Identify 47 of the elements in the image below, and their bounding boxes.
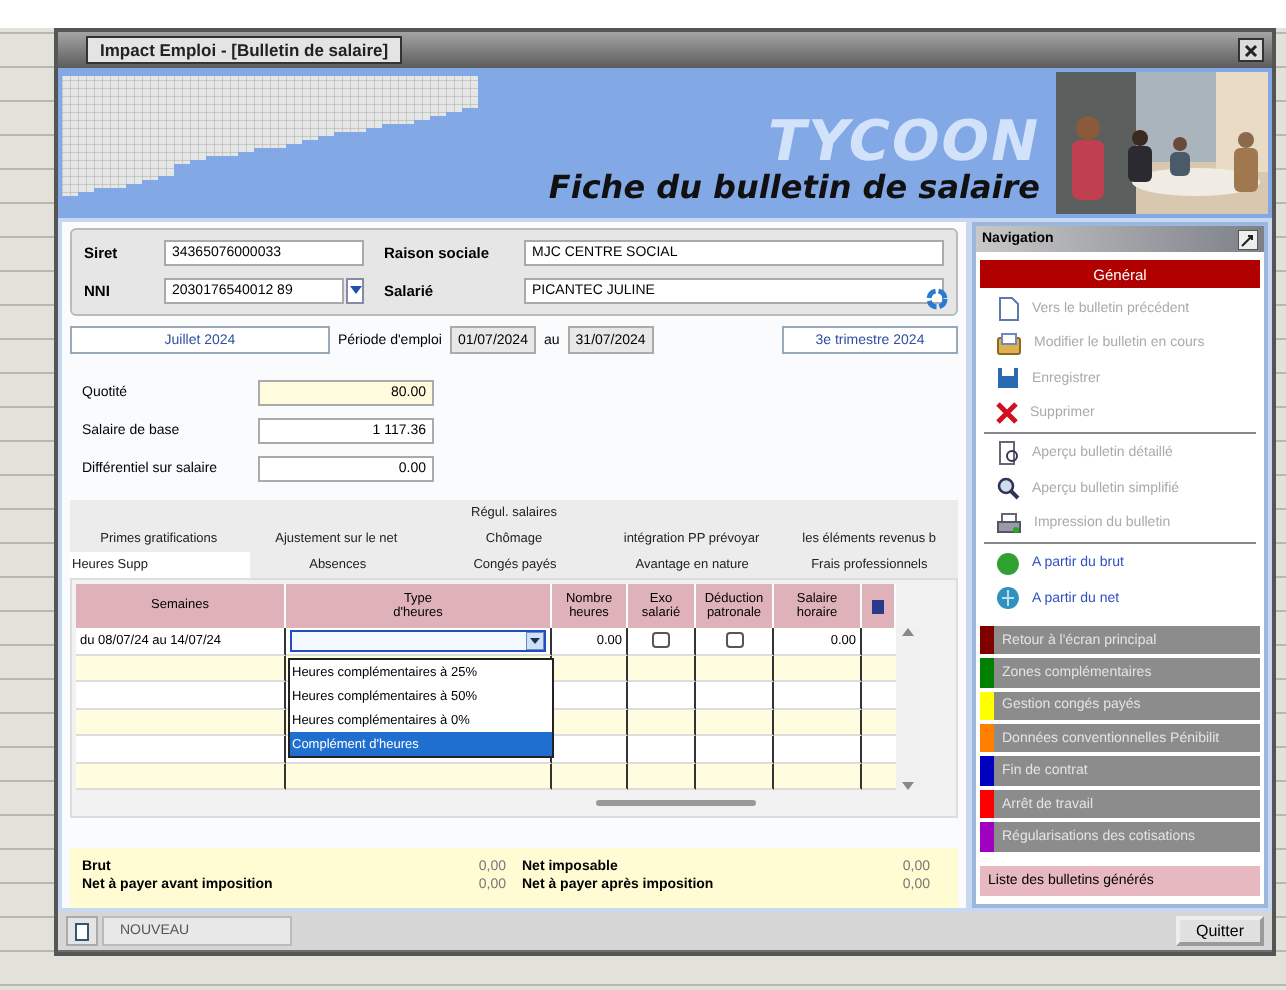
- table-cell: [696, 763, 774, 790]
- window-title: Impact Emploi - [Bulletin de salaire]: [86, 36, 403, 64]
- table-cell: [552, 763, 628, 790]
- table-cell: [696, 682, 774, 709]
- page-title: Fiche du bulletin de salaire: [548, 170, 1040, 206]
- document-icon: [996, 296, 1020, 323]
- table-cell: [862, 655, 896, 682]
- checkbox[interactable]: [652, 632, 670, 649]
- search-icon: [996, 476, 1020, 501]
- table-cell: [862, 736, 896, 763]
- sync-icon: [926, 288, 948, 310]
- table-cell: [774, 763, 862, 790]
- table-cell: [628, 763, 696, 790]
- table-cell: [696, 709, 774, 736]
- scroll-down-icon[interactable]: [902, 782, 914, 790]
- checkbox[interactable]: [725, 632, 743, 649]
- table-cell: [774, 655, 862, 682]
- quit-button[interactable]: Quitter: [1175, 916, 1264, 946]
- table-cell: [862, 709, 896, 736]
- table-cell: [628, 736, 696, 763]
- table-cell: [628, 682, 696, 709]
- table-cell: [552, 709, 628, 736]
- scrollbar[interactable]: [596, 800, 756, 806]
- caret-icon: [526, 631, 544, 650]
- table-cell: [862, 763, 896, 790]
- printer-icon: [996, 511, 1022, 536]
- document-search-icon: [996, 440, 1020, 467]
- pin-icon: [1238, 229, 1258, 250]
- caret-icon: [349, 286, 361, 295]
- brand-logo: TYCOON: [768, 114, 1040, 171]
- table-cell: [774, 736, 862, 763]
- cross-icon: [996, 402, 1018, 425]
- table-cell: [628, 709, 696, 736]
- select-field[interactable]: [290, 629, 546, 652]
- scrollbar[interactable]: [896, 628, 920, 790]
- table-cell: [696, 736, 774, 763]
- dropdown-button[interactable]: [346, 277, 364, 304]
- table-cell: [862, 682, 896, 709]
- table-cell: [774, 709, 862, 736]
- scroll-up-icon[interactable]: [902, 628, 914, 636]
- circle-icon: [996, 551, 1020, 576]
- close-icon: [1244, 43, 1258, 57]
- table-cell: [552, 655, 628, 682]
- table-cell: [774, 682, 862, 709]
- folder-icon: [996, 331, 1022, 356]
- close-button[interactable]: [1238, 38, 1264, 62]
- page-icon: [72, 921, 92, 941]
